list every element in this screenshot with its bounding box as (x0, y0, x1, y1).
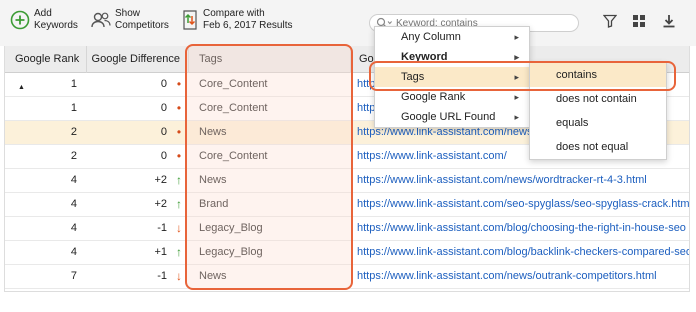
show-competitors-line2: Competitors (115, 20, 169, 31)
menu-item-label: Any Column (401, 31, 461, 43)
add-keywords-line2: Keywords (34, 20, 78, 31)
submenu-arrow-icon: ▸ (514, 112, 519, 122)
trend-up-icon: ↑ (176, 245, 182, 259)
submenu-arrow-icon: ▸ (514, 32, 519, 42)
google-difference-cell: 0 • (95, 97, 189, 120)
menu-item[interactable]: Google URL Found ▸ (375, 107, 529, 127)
google-difference-value: +1 (154, 246, 167, 258)
filter-icon[interactable] (602, 14, 618, 31)
google-difference-value: 0 (160, 150, 167, 162)
google-difference-cell: 0 • (95, 121, 189, 144)
google-difference-cell: +2 ↑ (95, 193, 189, 216)
columns-icon[interactable] (632, 14, 646, 31)
google-difference-cell: -1 ↓ (95, 217, 189, 240)
google-rank-cell: 2 (70, 150, 77, 162)
no-change-icon: • (176, 125, 182, 139)
google-difference-cell: +1 ↑ (95, 241, 189, 264)
google-difference-cell: 0 • (95, 145, 189, 168)
google-url-link[interactable]: https://www.link-assistant.com/seo-spygl… (357, 193, 689, 216)
google-rank-cell: 4 (70, 198, 77, 210)
google-difference-cell: -1 ↓ (95, 265, 189, 288)
trend-up-icon: ↑ (176, 173, 182, 187)
google-difference-value: 0 (160, 78, 167, 90)
submenu-item[interactable]: equals (530, 111, 666, 135)
compare-line1: Compare with (203, 8, 265, 19)
google-url-link[interactable]: https://www.link-assistant.com/news/word… (357, 169, 689, 192)
no-change-icon: • (176, 101, 182, 115)
google-rank-cell: 1 (70, 102, 77, 114)
google-difference-value: 0 (160, 102, 167, 114)
submenu-item[interactable]: does not equal (530, 135, 666, 159)
no-change-icon: • (176, 149, 182, 163)
tags-menu-highlight (369, 61, 676, 91)
no-change-icon: • (176, 77, 182, 91)
add-circle-icon (10, 10, 30, 30)
tags-column-highlight (185, 44, 353, 290)
google-url-link[interactable]: https://www.link-assistant.com/blog/choo… (357, 217, 689, 240)
google-rank-cell: 1 (70, 78, 77, 90)
menu-item[interactable]: Any Column ▸ (375, 27, 529, 47)
google-rank-cell: 4 (70, 222, 77, 234)
google-url-link[interactable]: https://www.link-assistant.com/news/outr… (357, 265, 689, 288)
google-difference-value: +2 (154, 174, 167, 186)
toolbar: Add Keywords Show Competitors Compare wi… (0, 0, 696, 46)
google-difference-cell: 0 • (95, 73, 189, 96)
menu-item-label: Google URL Found (401, 111, 496, 123)
compare-line2: Feb 6, 2017 Results (203, 20, 293, 31)
google-difference-value: +2 (154, 198, 167, 210)
show-competitors-button[interactable]: Show Competitors (90, 8, 169, 32)
trend-down-icon: ↓ (176, 221, 182, 235)
column-header-google-rank[interactable]: Google Rank ▲ (5, 46, 87, 91)
show-competitors-line1: Show (115, 8, 141, 19)
google-rank-cell: 4 (70, 246, 77, 258)
google-difference-value: 0 (160, 126, 167, 138)
column-header-google-rank-label: Google Rank (15, 53, 80, 65)
trend-down-icon: ↓ (176, 269, 182, 283)
column-header-google-difference[interactable]: Google Difference (87, 46, 189, 73)
export-icon[interactable] (662, 14, 676, 31)
google-difference-value: -1 (157, 222, 167, 234)
google-difference-value: -1 (157, 270, 167, 282)
google-rank-cell: 2 (70, 126, 77, 138)
google-rank-cell: 7 (70, 270, 77, 282)
google-rank-cell: 4 (70, 174, 77, 186)
google-difference-cell: +2 ↑ (95, 169, 189, 192)
compare-button[interactable]: Compare with Feb 6, 2017 Results (180, 8, 293, 32)
users-icon (90, 10, 112, 30)
trend-up-icon: ↑ (176, 197, 182, 211)
compare-icon (180, 9, 200, 31)
menu-item-label: Google Rank (401, 91, 466, 103)
google-url-link[interactable]: https://www.link-assistant.com/blog/back… (357, 241, 689, 264)
add-keywords-line1: Add (34, 8, 52, 19)
add-keywords-button[interactable]: Add Keywords (10, 8, 78, 32)
